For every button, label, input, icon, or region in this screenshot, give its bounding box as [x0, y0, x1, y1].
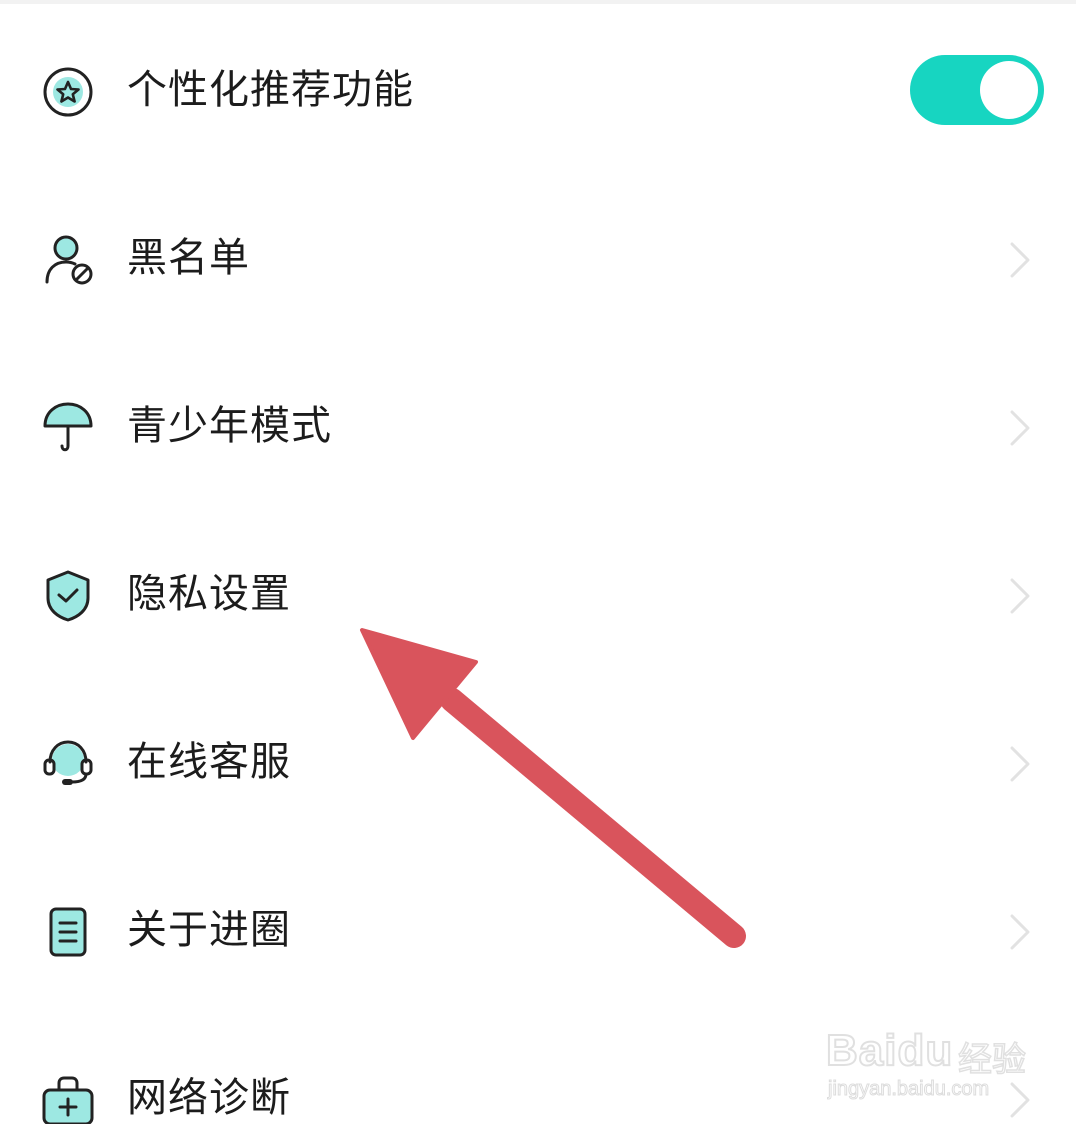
setting-label: 在线客服 [127, 739, 291, 785]
user-blocked-icon [40, 232, 96, 288]
chevron-right-icon [1004, 240, 1034, 280]
personalized-recommendation-toggle[interactable] [910, 55, 1044, 125]
setting-row-blacklist[interactable]: 黑名单 [0, 198, 1076, 318]
setting-label: 青少年模式 [127, 403, 332, 449]
watermark-brand: Baidu [825, 1025, 954, 1076]
setting-row-personalized-recommendation[interactable]: 个性化推荐功能 [0, 30, 1076, 150]
umbrella-icon [40, 400, 96, 456]
top-divider [0, 0, 1076, 4]
medical-kit-icon [40, 1072, 96, 1124]
watermark-logo: Baidu 经验 jingyan.baidu.com [825, 1006, 1027, 1106]
setting-label: 网络诊断 [127, 1075, 291, 1121]
star-badge-icon [40, 64, 96, 120]
setting-label: 黑名单 [127, 235, 250, 281]
setting-label: 个性化推荐功能 [127, 67, 414, 113]
setting-row-teen-mode[interactable]: 青少年模式 [0, 366, 1076, 486]
watermark-suffix: 经验 [957, 1039, 1027, 1081]
chevron-right-icon [1004, 408, 1034, 448]
toggle-knob [980, 61, 1038, 119]
watermark-url: jingyan.baidu.com [827, 1078, 990, 1101]
setting-row-privacy[interactable]: 隐私设置 [0, 534, 1076, 654]
setting-row-about[interactable]: 关于进圈 [0, 870, 1076, 990]
chevron-right-icon [1004, 576, 1034, 616]
settings-page: 个性化推荐功能 黑名单 青少年模式 隐私设置 在线客服 关于进圈 网络诊断 Ba… [0, 0, 1076, 1124]
headset-icon [40, 736, 96, 792]
chevron-right-icon [1004, 744, 1034, 784]
document-icon [40, 904, 96, 960]
setting-row-customer-service[interactable]: 在线客服 [0, 702, 1076, 822]
chevron-right-icon [1004, 912, 1034, 952]
setting-label: 关于进圈 [127, 907, 291, 953]
shield-check-icon [40, 568, 96, 624]
setting-label: 隐私设置 [127, 571, 291, 617]
